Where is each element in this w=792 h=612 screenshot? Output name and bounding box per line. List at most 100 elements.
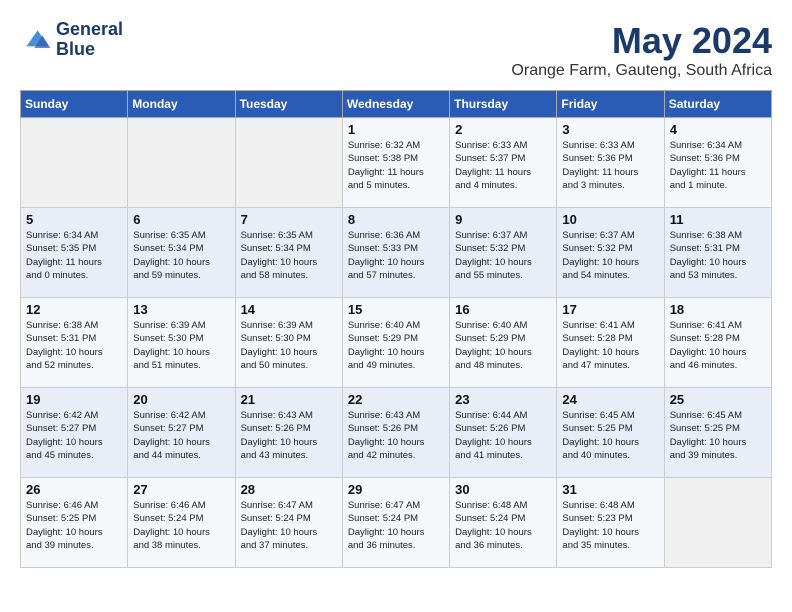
logo-text: General Blue — [56, 20, 123, 60]
day-info: Sunrise: 6:32 AM Sunset: 5:38 PM Dayligh… — [348, 139, 444, 192]
calendar-cell: 12 Sunrise: 6:38 AM Sunset: 5:31 PM Dayli… — [21, 298, 128, 388]
calendar-cell: 9 Sunrise: 6:37 AM Sunset: 5:32 PM Daylig… — [450, 208, 557, 298]
calendar-cell: 28 Sunrise: 6:47 AM Sunset: 5:24 PM Dayli… — [235, 478, 342, 568]
day-info: Sunrise: 6:42 AM Sunset: 5:27 PM Dayligh… — [133, 409, 229, 462]
day-info: Sunrise: 6:39 AM Sunset: 5:30 PM Dayligh… — [133, 319, 229, 372]
title-block: May 2024 Orange Farm, Gauteng, South Afr… — [511, 20, 772, 80]
day-number: 31 — [562, 482, 658, 497]
calendar-cell: 16 Sunrise: 6:40 AM Sunset: 5:29 PM Dayli… — [450, 298, 557, 388]
day-info: Sunrise: 6:42 AM Sunset: 5:27 PM Dayligh… — [26, 409, 122, 462]
calendar-cell: 10 Sunrise: 6:37 AM Sunset: 5:32 PM Dayli… — [557, 208, 664, 298]
day-number: 23 — [455, 392, 551, 407]
day-info: Sunrise: 6:43 AM Sunset: 5:26 PM Dayligh… — [348, 409, 444, 462]
calendar-cell: 5 Sunrise: 6:34 AM Sunset: 5:35 PM Daylig… — [21, 208, 128, 298]
day-number: 7 — [241, 212, 337, 227]
day-of-week-header: Wednesday — [342, 91, 449, 118]
calendar-cell: 4Sunrise: 6:34 AM Sunset: 5:36 PM Daylig… — [664, 118, 771, 208]
location-title: Orange Farm, Gauteng, South Africa — [511, 62, 772, 80]
day-number: 10 — [562, 212, 658, 227]
calendar-week-row: 12 Sunrise: 6:38 AM Sunset: 5:31 PM Dayli… — [21, 298, 772, 388]
calendar-body: 1Sunrise: 6:32 AM Sunset: 5:38 PM Daylig… — [21, 118, 772, 568]
day-info: Sunrise: 6:34 AM Sunset: 5:36 PM Dayligh… — [670, 139, 766, 192]
calendar-cell — [128, 118, 235, 208]
day-info: Sunrise: 6:35 AM Sunset: 5:34 PM Dayligh… — [133, 229, 229, 282]
day-info: Sunrise: 6:38 AM Sunset: 5:31 PM Dayligh… — [26, 319, 122, 372]
day-number: 13 — [133, 302, 229, 317]
day-info: Sunrise: 6:40 AM Sunset: 5:29 PM Dayligh… — [455, 319, 551, 372]
calendar-cell: 6Sunrise: 6:35 AM Sunset: 5:34 PM Daylig… — [128, 208, 235, 298]
calendar-cell: 3Sunrise: 6:33 AM Sunset: 5:36 PM Daylig… — [557, 118, 664, 208]
calendar-cell: 17 Sunrise: 6:41 AM Sunset: 5:28 PM Dayli… — [557, 298, 664, 388]
calendar-cell: 22 Sunrise: 6:43 AM Sunset: 5:26 PM Dayli… — [342, 388, 449, 478]
calendar-week-row: 1Sunrise: 6:32 AM Sunset: 5:38 PM Daylig… — [21, 118, 772, 208]
day-info: Sunrise: 6:48 AM Sunset: 5:24 PM Dayligh… — [455, 499, 551, 552]
logo: General Blue — [20, 20, 123, 60]
day-info: Sunrise: 6:43 AM Sunset: 5:26 PM Dayligh… — [241, 409, 337, 462]
calendar-cell: 30 Sunrise: 6:48 AM Sunset: 5:24 PM Dayli… — [450, 478, 557, 568]
calendar-header-row: SundayMondayTuesdayWednesdayThursdayFrid… — [21, 91, 772, 118]
day-number: 14 — [241, 302, 337, 317]
calendar-cell: 8 Sunrise: 6:36 AM Sunset: 5:33 PM Daylig… — [342, 208, 449, 298]
day-info: Sunrise: 6:37 AM Sunset: 5:32 PM Dayligh… — [562, 229, 658, 282]
day-info: Sunrise: 6:48 AM Sunset: 5:23 PM Dayligh… — [562, 499, 658, 552]
calendar-cell — [664, 478, 771, 568]
day-number: 17 — [562, 302, 658, 317]
calendar-cell — [235, 118, 342, 208]
day-number: 9 — [455, 212, 551, 227]
calendar-cell: 29 Sunrise: 6:47 AM Sunset: 5:24 PM Dayli… — [342, 478, 449, 568]
calendar-week-row: 26 Sunrise: 6:46 AM Sunset: 5:25 PM Dayli… — [21, 478, 772, 568]
day-info: Sunrise: 6:45 AM Sunset: 5:25 PM Dayligh… — [670, 409, 766, 462]
logo-icon — [20, 24, 52, 56]
day-info: Sunrise: 6:37 AM Sunset: 5:32 PM Dayligh… — [455, 229, 551, 282]
calendar-cell: 15 Sunrise: 6:40 AM Sunset: 5:29 PM Dayli… — [342, 298, 449, 388]
day-number: 18 — [670, 302, 766, 317]
day-number: 15 — [348, 302, 444, 317]
calendar-cell: 2 Sunrise: 6:33 AM Sunset: 5:37 PM Daylig… — [450, 118, 557, 208]
day-number: 25 — [670, 392, 766, 407]
day-number: 28 — [241, 482, 337, 497]
calendar-cell: 26 Sunrise: 6:46 AM Sunset: 5:25 PM Dayli… — [21, 478, 128, 568]
calendar-cell: 7 Sunrise: 6:35 AM Sunset: 5:34 PM Daylig… — [235, 208, 342, 298]
calendar-week-row: 19Sunrise: 6:42 AM Sunset: 5:27 PM Dayli… — [21, 388, 772, 478]
calendar-cell: 14Sunrise: 6:39 AM Sunset: 5:30 PM Dayli… — [235, 298, 342, 388]
month-title: May 2024 — [511, 20, 772, 62]
day-info: Sunrise: 6:46 AM Sunset: 5:25 PM Dayligh… — [26, 499, 122, 552]
page-header: General Blue May 2024 Orange Farm, Gaute… — [20, 20, 772, 80]
day-info: Sunrise: 6:40 AM Sunset: 5:29 PM Dayligh… — [348, 319, 444, 372]
day-of-week-header: Monday — [128, 91, 235, 118]
day-info: Sunrise: 6:38 AM Sunset: 5:31 PM Dayligh… — [670, 229, 766, 282]
day-number: 21 — [241, 392, 337, 407]
calendar-cell: 1Sunrise: 6:32 AM Sunset: 5:38 PM Daylig… — [342, 118, 449, 208]
day-number: 22 — [348, 392, 444, 407]
day-of-week-header: Saturday — [664, 91, 771, 118]
day-number: 2 — [455, 122, 551, 137]
day-number: 16 — [455, 302, 551, 317]
day-info: Sunrise: 6:47 AM Sunset: 5:24 PM Dayligh… — [241, 499, 337, 552]
calendar-cell: 27Sunrise: 6:46 AM Sunset: 5:24 PM Dayli… — [128, 478, 235, 568]
day-number: 11 — [670, 212, 766, 227]
day-number: 30 — [455, 482, 551, 497]
day-info: Sunrise: 6:34 AM Sunset: 5:35 PM Dayligh… — [26, 229, 122, 282]
day-info: Sunrise: 6:33 AM Sunset: 5:37 PM Dayligh… — [455, 139, 551, 192]
day-of-week-header: Tuesday — [235, 91, 342, 118]
day-number: 12 — [26, 302, 122, 317]
day-info: Sunrise: 6:47 AM Sunset: 5:24 PM Dayligh… — [348, 499, 444, 552]
day-info: Sunrise: 6:36 AM Sunset: 5:33 PM Dayligh… — [348, 229, 444, 282]
day-of-week-header: Sunday — [21, 91, 128, 118]
day-number: 29 — [348, 482, 444, 497]
day-number: 5 — [26, 212, 122, 227]
day-info: Sunrise: 6:35 AM Sunset: 5:34 PM Dayligh… — [241, 229, 337, 282]
day-number: 26 — [26, 482, 122, 497]
day-info: Sunrise: 6:41 AM Sunset: 5:28 PM Dayligh… — [562, 319, 658, 372]
calendar-week-row: 5 Sunrise: 6:34 AM Sunset: 5:35 PM Daylig… — [21, 208, 772, 298]
day-number: 8 — [348, 212, 444, 227]
day-of-week-header: Thursday — [450, 91, 557, 118]
calendar-cell: 24Sunrise: 6:45 AM Sunset: 5:25 PM Dayli… — [557, 388, 664, 478]
calendar-cell: 23Sunrise: 6:44 AM Sunset: 5:26 PM Dayli… — [450, 388, 557, 478]
calendar-table: SundayMondayTuesdayWednesdayThursdayFrid… — [20, 90, 772, 568]
day-of-week-header: Friday — [557, 91, 664, 118]
calendar-cell: 18Sunrise: 6:41 AM Sunset: 5:28 PM Dayli… — [664, 298, 771, 388]
calendar-cell: 20Sunrise: 6:42 AM Sunset: 5:27 PM Dayli… — [128, 388, 235, 478]
day-number: 24 — [562, 392, 658, 407]
day-info: Sunrise: 6:33 AM Sunset: 5:36 PM Dayligh… — [562, 139, 658, 192]
